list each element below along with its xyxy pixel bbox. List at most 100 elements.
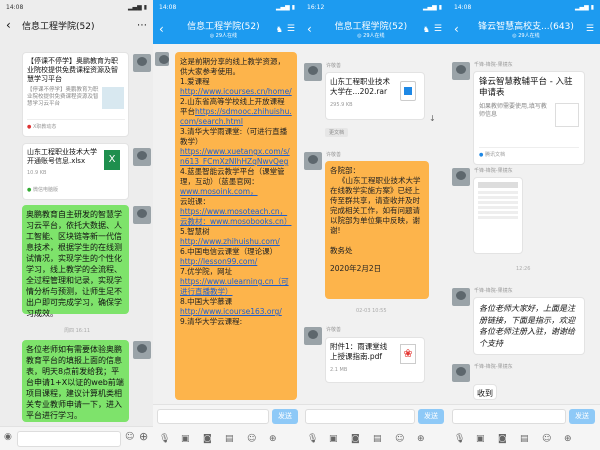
image-icon[interactable]: ▣ bbox=[329, 435, 338, 444]
send-button[interactable]: 发送 bbox=[418, 409, 444, 424]
avatar[interactable] bbox=[452, 62, 470, 80]
download-arrow-icon[interactable]: ↓ bbox=[429, 114, 436, 123]
status-time: 14:08 bbox=[454, 3, 472, 11]
avatar[interactable] bbox=[133, 148, 151, 166]
redpacket-icon[interactable]: ▤ bbox=[520, 435, 529, 444]
redpacket-icon[interactable]: ▤ bbox=[373, 435, 382, 444]
emoji-icon[interactable]: ☺ bbox=[395, 435, 404, 444]
resource-link[interactable]: http://lesson99.com/ bbox=[180, 257, 257, 266]
message-input[interactable] bbox=[452, 409, 566, 424]
file-source: ● 微信电脑版 bbox=[27, 187, 58, 193]
resource-link[interactable]: http://www.icourses.cn/home/ bbox=[180, 87, 292, 96]
back-arrow-icon[interactable]: ‹ bbox=[6, 18, 18, 32]
message-input[interactable] bbox=[17, 431, 121, 447]
card-title: 锋云智慧教辅平台 - 入驻申请表 bbox=[479, 77, 573, 98]
file-card[interactable]: 附件1：雨课堂线上授课指南.pdf 2.1 MB ❀ bbox=[325, 337, 425, 383]
chat-header: ‹ 信息工程学院(52) ⋯ bbox=[0, 14, 153, 36]
time-divider: 周四 16:11 bbox=[64, 328, 90, 334]
notice-sign: 教务处 bbox=[330, 246, 353, 255]
camera-icon[interactable]: ◙ bbox=[351, 435, 360, 444]
menu-icon[interactable]: ☰ bbox=[586, 24, 594, 34]
emoji-icon[interactable]: ☺ bbox=[542, 435, 551, 444]
plus-icon[interactable]: ⊕ bbox=[139, 431, 148, 442]
message-bubble: 收到 bbox=[473, 384, 497, 400]
resource-link[interactable]: http://www.zhihuishu.com/ bbox=[180, 237, 280, 246]
chat-header: ‹ 信息工程学院(52) ◎ 29人在线 ♞ ☰ bbox=[153, 14, 301, 44]
screen-3: 16:12 ▂▄▆ ▮ ‹ 信息工程学院(52) ◎ 29人在线 ♞ ☰ 许敬善 … bbox=[301, 0, 448, 450]
emoji-icon[interactable]: ☺ bbox=[125, 433, 134, 442]
pdf-file-icon: ❀ bbox=[400, 344, 416, 364]
send-button[interactable]: 发送 bbox=[569, 409, 595, 424]
avatar[interactable] bbox=[304, 327, 322, 345]
file-name: 山东工程职业技术大学开通账号信息.xlsx bbox=[27, 148, 97, 165]
resource-item: 9.清华大学云课程: bbox=[180, 317, 243, 326]
card-title: 【停课不停学】奥鹏教育为职业院校提供免费课程资源及智慧学习平台 bbox=[27, 57, 118, 83]
camera-icon[interactable]: ◙ bbox=[203, 435, 212, 444]
plus-icon[interactable]: ⊕ bbox=[269, 435, 277, 444]
signal-icon: ▂▄▆ ▮ bbox=[127, 3, 147, 11]
plus-icon[interactable]: ⊕ bbox=[564, 435, 572, 444]
link-card[interactable]: 【停课不停学】奥鹏教育为职业院校提供免费课程资源及智慧学习平台 【停课不停学】奥… bbox=[22, 52, 129, 137]
menu-icon[interactable]: ☰ bbox=[434, 24, 442, 34]
avatar[interactable] bbox=[452, 364, 470, 382]
resource-link[interactable]: https://sdmooc.zhihuishu.com/search.html bbox=[180, 107, 292, 126]
status-time: 16:12 bbox=[307, 3, 325, 11]
online-count: ◎ 29人在线 bbox=[209, 33, 238, 39]
more-icon[interactable]: ⋯ bbox=[137, 20, 147, 31]
back-arrow-icon[interactable]: ‹ bbox=[307, 22, 319, 36]
avatar[interactable] bbox=[304, 152, 322, 170]
avatar[interactable] bbox=[304, 63, 322, 81]
image-icon[interactable]: ▣ bbox=[476, 435, 485, 444]
resource-link[interactable]: https://www.xuetangx.com/s/n613_FCmXzNIh… bbox=[180, 147, 290, 166]
mic-icon[interactable]: 🎙 bbox=[159, 435, 170, 444]
mic-icon[interactable]: 🎙 bbox=[307, 435, 318, 444]
link-card[interactable]: 锋云智慧教辅平台 - 入驻申请表 如果教师需要使用,填写教师信息 ● 腾讯文档 bbox=[473, 71, 585, 165]
emoji-icon[interactable]: ☺ bbox=[247, 435, 256, 444]
camera-icon[interactable]: ◙ bbox=[498, 435, 507, 444]
resource-link[interactable]: www.mosoink.com， bbox=[180, 187, 258, 196]
avatar[interactable] bbox=[155, 52, 169, 66]
resource-link[interactable]: https://www.ulearning.cn（可进行直播教学） bbox=[180, 277, 289, 296]
image-icon[interactable]: ▣ bbox=[181, 435, 190, 444]
online-count: ◎ 29人在线 bbox=[357, 33, 385, 39]
resource-link[interactable]: https://www.mosoteach.cn，云教材：www.mosoboo… bbox=[180, 207, 291, 226]
message-input[interactable] bbox=[305, 409, 415, 424]
back-arrow-icon[interactable]: ‹ bbox=[159, 22, 171, 36]
resource-item: 5.智慧树 http://www.zhihuishu.com/ bbox=[180, 227, 280, 246]
group-icon[interactable]: ♞ bbox=[423, 25, 430, 34]
file-size: 2.1 MB bbox=[330, 367, 348, 373]
mic-icon[interactable]: 🎙 bbox=[454, 435, 465, 444]
avatar[interactable] bbox=[133, 206, 151, 224]
chat-title: 信息工程学院(52) bbox=[22, 21, 95, 32]
resource-item: 8.中国大学慕课 http://www.icourse163.org/ bbox=[180, 297, 282, 316]
file-card[interactable]: 山东工程职业技术大学开通账号信息.xlsx 10.9 KB X ● 微信电脑版 bbox=[22, 143, 129, 200]
voice-icon[interactable]: ◉ bbox=[4, 433, 12, 442]
menu-icon[interactable]: ☰ bbox=[287, 24, 295, 34]
back-arrow-icon[interactable]: ‹ bbox=[454, 22, 466, 36]
chat-title: 锋云智慧高校支...(643) bbox=[478, 22, 574, 32]
input-bar: ◉ ☺ ⊕ bbox=[0, 426, 153, 450]
header-area: 14:08 ▂▄▆ ▮ ‹ 锋云智慧高校支...(643) ◎ 29人在线 ☰ bbox=[448, 0, 600, 44]
file-name: 附件1：雨课堂线上授课指南.pdf bbox=[330, 342, 388, 361]
chat-header: ‹ 锋云智慧高校支...(643) ◎ 29人在线 ☰ bbox=[448, 14, 600, 44]
image-message[interactable] bbox=[473, 177, 523, 254]
card-desc: 如果教师需要使用,填写教师信息 bbox=[479, 103, 547, 118]
screen-4: 14:08 ▂▄▆ ▮ ‹ 锋云智慧高校支...(643) ◎ 29人在线 ☰ 千… bbox=[448, 0, 600, 450]
avatar[interactable] bbox=[133, 341, 151, 359]
message-input[interactable] bbox=[157, 409, 269, 424]
send-button[interactable]: 发送 bbox=[272, 409, 298, 424]
avatar[interactable] bbox=[452, 288, 470, 306]
group-icon[interactable]: ♞ bbox=[276, 25, 283, 34]
plus-icon[interactable]: ⊕ bbox=[417, 435, 425, 444]
notice-body: 《山东工程职业技术大学在线教学实施方案》已经上传至群共享，请查收并及时完成相关工… bbox=[330, 176, 421, 235]
message-bubble: 奥鹏教育自主研发的智慧学习云平台，依托大数据、人工智能、区块链等新一代信息技术，… bbox=[22, 205, 129, 318]
resource-list-bubble: 这是前期分享的线上教学资源，供大家参考使用。 1.爱课程 http://www.i… bbox=[175, 52, 297, 400]
file-card[interactable]: 山东工程职业技术大学在...202.rar 295.9 KB bbox=[325, 72, 425, 120]
resource-link[interactable]: http://www.icourse163.org/ bbox=[180, 307, 282, 316]
input-bar: 发送 🎙 ▣ ◙ ▤ ☺ ⊕ bbox=[448, 404, 600, 450]
avatar[interactable] bbox=[133, 54, 151, 72]
redpacket-icon[interactable]: ▤ bbox=[225, 435, 234, 444]
avatar[interactable] bbox=[452, 168, 470, 186]
resource-item: 2.山东省高等学校线上开放课程平台https://sdmooc.zhihuish… bbox=[180, 97, 292, 126]
document-thumbnail bbox=[555, 103, 579, 127]
